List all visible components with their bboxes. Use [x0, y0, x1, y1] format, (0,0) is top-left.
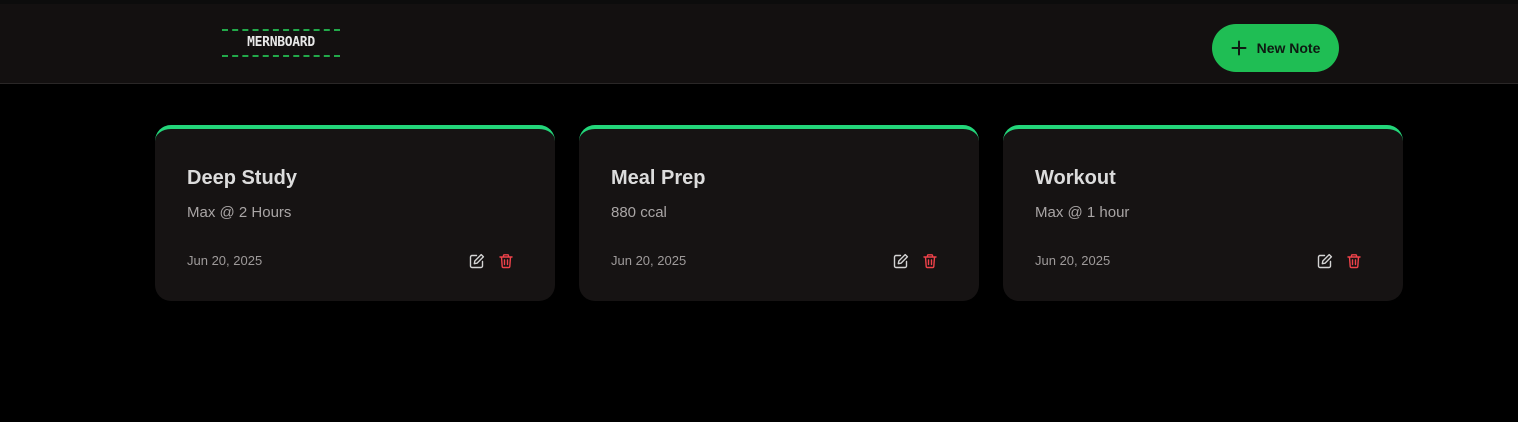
edit-icon	[1317, 253, 1333, 269]
note-card[interactable]: Meal Prep 880 ccal Jun 20, 2025	[579, 125, 979, 301]
delete-button[interactable]	[1345, 252, 1363, 270]
trash-icon	[499, 254, 513, 269]
plus-icon	[1231, 40, 1247, 56]
note-content: Max @ 1 hour	[1035, 204, 1130, 221]
note-title: Meal Prep	[611, 167, 706, 189]
edit-button[interactable]	[892, 252, 910, 270]
note-date: Jun 20, 2025	[1035, 253, 1111, 268]
logo-text: MERNBOARD	[247, 35, 315, 50]
trash-icon	[923, 254, 937, 269]
logo[interactable]: MERNBOARD	[222, 29, 340, 57]
new-note-button[interactable]: New Note	[1212, 24, 1339, 72]
edit-icon	[469, 253, 485, 269]
edit-button[interactable]	[468, 252, 486, 270]
delete-button[interactable]	[921, 252, 939, 270]
note-card[interactable]: Workout Max @ 1 hour Jun 20, 2025	[1003, 125, 1403, 301]
edit-icon	[893, 253, 909, 269]
edit-button[interactable]	[1316, 252, 1334, 270]
note-title: Deep Study	[187, 167, 298, 189]
note-content: 880 ccal	[611, 204, 667, 221]
delete-button[interactable]	[497, 252, 515, 270]
logo-dashed-line-top	[222, 29, 340, 31]
note-title: Workout	[1035, 167, 1116, 189]
note-card[interactable]: Deep Study Max @ 2 Hours Jun 20, 2025	[155, 125, 555, 301]
navbar: MERNBOARD New Note	[0, 0, 1518, 84]
trash-icon	[1347, 254, 1361, 269]
note-content: Max @ 2 Hours	[187, 204, 292, 221]
logo-dashed-line-bottom	[222, 55, 340, 57]
note-date: Jun 20, 2025	[611, 253, 687, 268]
note-date: Jun 20, 2025	[187, 253, 263, 268]
new-note-label: New Note	[1256, 40, 1321, 56]
